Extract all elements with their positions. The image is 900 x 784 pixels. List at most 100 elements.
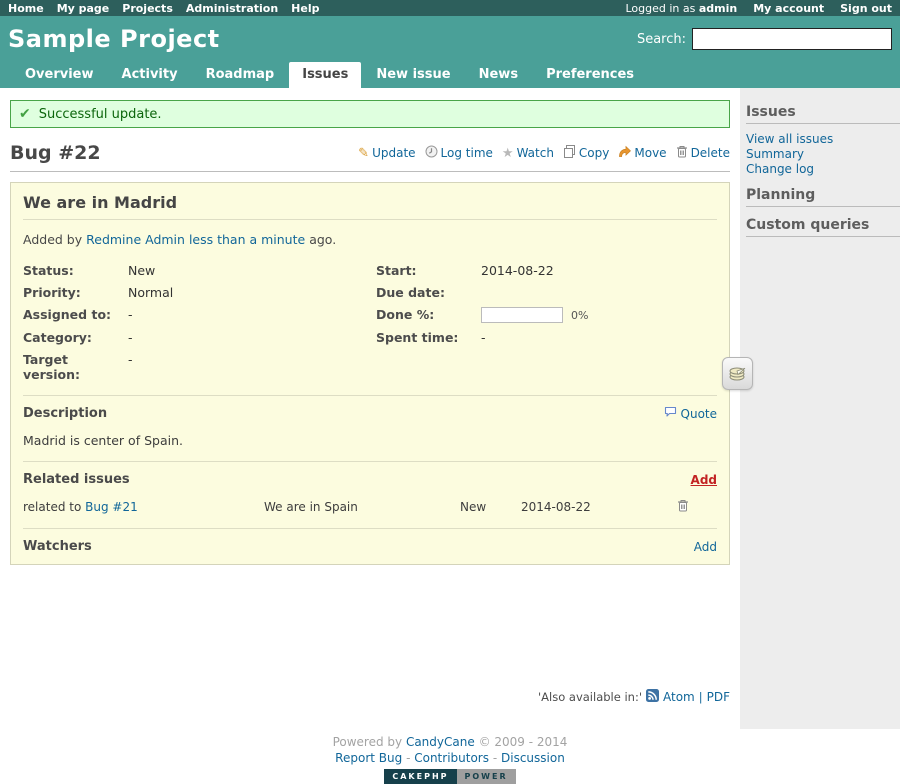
issue-author-line: Added by Redmine Admin less than a minut… [23, 232, 717, 247]
sidebar-link-summary[interactable]: Summary [746, 147, 900, 162]
delete-button[interactable]: Delete [676, 145, 730, 161]
target-version-value: - [128, 352, 133, 367]
watchers-heading: Watchers [23, 539, 92, 554]
clock-icon [425, 145, 438, 161]
atom-icon [646, 689, 659, 705]
move-button[interactable]: Move [618, 145, 667, 161]
sidebar-link-change-log[interactable]: Change log [746, 162, 900, 177]
sidebar: Issues View all issues Summary Change lo… [740, 88, 900, 729]
other-formats: 'Also available in:' Atom | PDF [538, 689, 730, 705]
issue-attributes: Status: New Start: 2014-08-22 Priority: … [23, 263, 717, 382]
add-watcher-button[interactable]: Add [694, 540, 717, 554]
powered-by-text: Powered by [332, 735, 403, 749]
priority-label: Priority: [23, 285, 81, 300]
project-header: Sample Project Search: [0, 16, 900, 62]
pdf-link[interactable]: PDF [707, 690, 730, 704]
top-menu-home[interactable]: Home [8, 2, 44, 15]
quote-button[interactable]: Quote [664, 406, 717, 421]
trash-icon [676, 145, 688, 161]
format-separator: | [698, 690, 703, 704]
top-menu-projects[interactable]: Projects [122, 2, 173, 15]
top-menu-bar: Home My page Projects Administration Hel… [0, 0, 900, 16]
related-subject-cell: We are in Spain [264, 500, 358, 514]
sidebar-heading-planning: Planning [746, 187, 900, 207]
divider [23, 395, 717, 396]
quote-icon [664, 406, 677, 421]
logged-in-prefix: Logged in as [625, 1, 696, 15]
contextual-actions: ✎ Update Log time ★ Watch Copy Move Dele… [353, 145, 730, 161]
done-ratio-label: Done %: [376, 307, 435, 322]
project-title: Sample Project [8, 25, 220, 53]
assigned-to-value: - [128, 307, 133, 322]
footer-separator: - [406, 751, 411, 765]
done-ratio-value: 0% [571, 308, 589, 322]
log-time-button[interactable]: Log time [425, 145, 493, 161]
due-date-label: Due date: [376, 285, 445, 300]
delete-relation-button[interactable] [677, 499, 699, 515]
watchers-header-row: Watchers Add [23, 539, 717, 554]
priority-value: Normal [128, 285, 174, 300]
status-label: Status: [23, 263, 74, 278]
update-button[interactable]: ✎ Update [358, 146, 415, 160]
report-bug-link[interactable]: Report Bug [335, 751, 402, 765]
debug-toolbar-button[interactable] [722, 357, 753, 390]
done-ratio-cell: 0% [481, 307, 717, 323]
atom-link[interactable]: Atom [663, 690, 695, 704]
cakephp-badge-left: CAKEPHP [384, 769, 457, 784]
spent-time-value: - [481, 330, 486, 345]
cakephp-badge-right: POWER [456, 769, 516, 784]
start-label: Start: [376, 263, 417, 278]
search-label: Search: [636, 31, 686, 47]
tab-roadmap[interactable]: Roadmap [193, 62, 288, 88]
top-menu-sign-out[interactable]: Sign out [840, 2, 892, 15]
tab-activity[interactable]: Activity [109, 62, 191, 88]
tab-overview[interactable]: Overview [12, 62, 107, 88]
logged-in-username: admin [698, 1, 738, 15]
copy-button[interactable]: Copy [563, 145, 609, 161]
footer: Powered by CandyCane © 2009 - 2014 Repor… [0, 729, 900, 784]
top-menu-administration[interactable]: Administration [186, 2, 278, 15]
sidebar-heading-custom-queries: Custom queries [746, 217, 900, 237]
category-value: - [128, 330, 133, 345]
pencil-icon: ✎ [358, 145, 370, 161]
also-available-label: 'Also available in:' [538, 690, 642, 704]
main-content: ✔ Successful update. Bug #22 ✎ Update Lo… [0, 88, 740, 729]
added-time-link[interactable]: less than a minute [189, 232, 305, 247]
discussion-link[interactable]: Discussion [501, 751, 565, 765]
spent-time-label: Spent time: [376, 330, 459, 345]
related-issue-row: related to Bug #21 We are in Spain New 2… [23, 499, 717, 515]
footer-powered-line: Powered by CandyCane © 2009 - 2014 [0, 735, 900, 749]
added-by-prefix: Added by [23, 232, 83, 247]
cakephp-power-badge[interactable]: CAKEPHP POWER [384, 769, 516, 784]
watch-button[interactable]: ★ Watch [502, 146, 554, 161]
add-related-issue-button[interactable]: Add [691, 473, 717, 487]
description-header-row: Description Quote [23, 406, 717, 421]
contributors-link[interactable]: Contributors [414, 751, 489, 765]
issue-detail-box: We are in Madrid Added by Redmine Admin … [10, 182, 730, 565]
top-menu-help[interactable]: Help [291, 2, 319, 15]
star-icon: ★ [501, 145, 514, 161]
related-issues-heading: Related issues [23, 472, 130, 487]
footer-separator: - [492, 751, 498, 765]
top-menu-left: Home My page Projects Administration Hel… [8, 2, 319, 15]
candycane-link[interactable]: CandyCane [406, 735, 475, 749]
added-suffix: ago. [309, 232, 337, 247]
top-menu-my-account[interactable]: My account [753, 2, 824, 15]
trash-icon [677, 499, 689, 515]
cake-icon [727, 362, 748, 386]
related-relation-cell: related to Bug #21 [23, 500, 264, 514]
description-heading: Description [23, 406, 108, 421]
tab-new-issue[interactable]: New issue [363, 62, 463, 88]
move-icon [618, 145, 632, 161]
tab-issues[interactable]: Issues [289, 62, 362, 88]
search-input[interactable] [692, 28, 892, 50]
copyright-text: © 2009 - 2014 [478, 735, 568, 749]
top-menu-right: Logged in as admin My account Sign out [625, 2, 892, 15]
assigned-to-label: Assigned to: [23, 307, 112, 322]
related-issue-link[interactable]: Bug #21 [85, 500, 138, 514]
tab-preferences[interactable]: Preferences [533, 62, 647, 88]
tab-news[interactable]: News [466, 62, 531, 88]
top-menu-my-page[interactable]: My page [57, 2, 110, 15]
author-link[interactable]: Redmine Admin [86, 232, 185, 247]
sidebar-link-view-all-issues[interactable]: View all issues [746, 132, 900, 147]
